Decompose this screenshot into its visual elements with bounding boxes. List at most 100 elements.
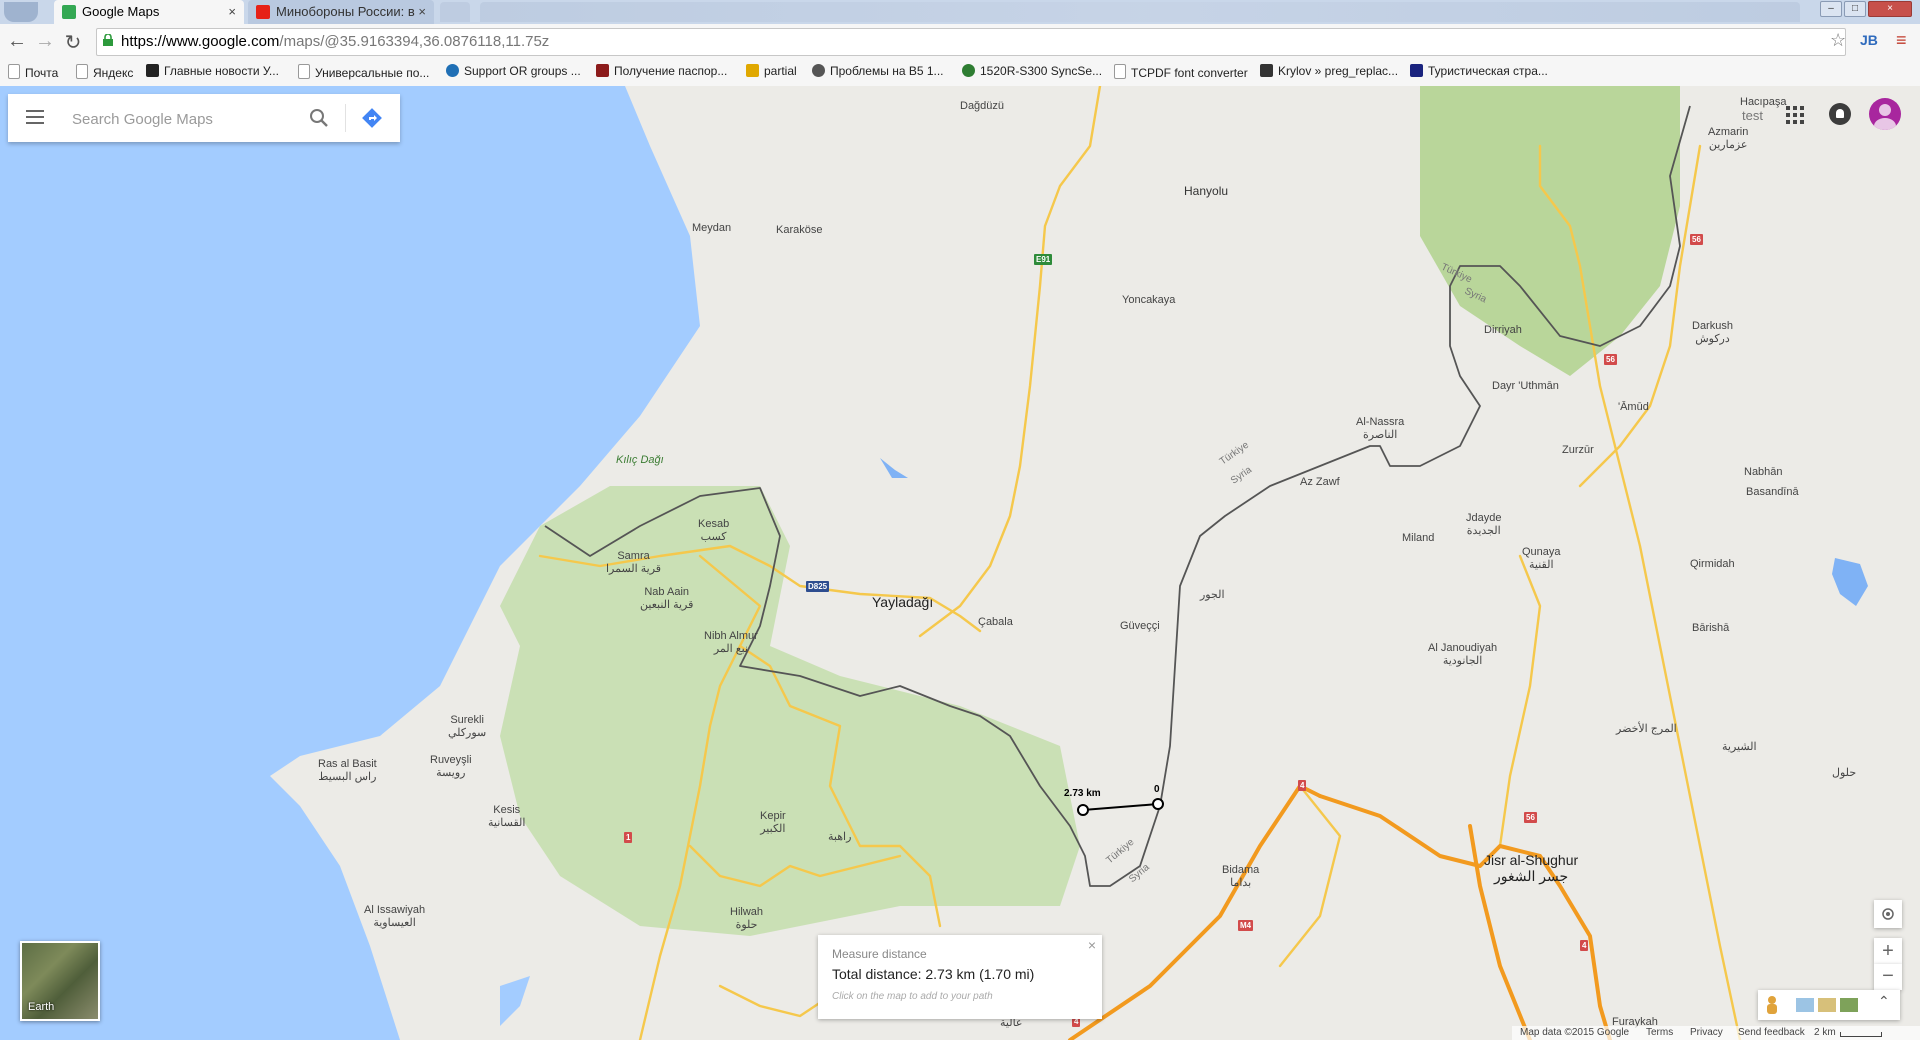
expand-icon[interactable]: ⌃ [1878,993,1890,1010]
road-badge: M4 [1238,920,1254,931]
red-icon [596,64,609,77]
map-data-credit: Map data ©2015 Google [1520,1027,1630,1038]
place-label: Kılıç Dağı [616,454,664,466]
place-label: راهبة [828,831,852,843]
place-label: الجور [1200,589,1225,601]
bookmark-item[interactable]: Проблемы на B5 1... [812,64,944,78]
youtube-icon [256,5,270,19]
browser-toolbar: ← → ↻ https://www.google.com/maps/@35.91… [0,24,1920,61]
place-label: Yoncakaya [1122,294,1176,306]
send-feedback-link[interactable]: Send feedback [1738,1027,1805,1038]
bookmark-item[interactable]: TCPDF font converter [1114,64,1248,80]
back-icon[interactable]: ← [6,30,28,53]
road-badge: 1 [624,832,633,843]
my-location-button[interactable] [1874,900,1902,928]
tab-title: Минобороны России: в [276,4,415,19]
terms-link[interactable]: Terms [1646,1027,1673,1038]
place-label: Çabala [978,616,1013,628]
place-label: Kesis القسانية [488,804,526,829]
close-icon[interactable]: × [1088,937,1096,953]
url-host: https://www.google.com [121,33,280,50]
privacy-link[interactable]: Privacy [1690,1027,1723,1038]
measure-point-label: 0 [1154,784,1160,795]
place-label: المرج الأخضر [1616,723,1677,735]
close-tab-icon[interactable]: × [418,0,426,24]
site-icon [1410,64,1423,77]
notifications-bell-icon[interactable] [1829,103,1851,125]
place-label: Nibh Almur نبع المر [704,630,758,655]
search-input[interactable] [70,106,304,132]
measure-total: Total distance: 2.73 km (1.70 mi) [832,966,1035,982]
tab-google-maps[interactable]: Google Maps × [54,0,244,24]
extension-jb-icon[interactable]: JB [1860,32,1878,48]
place-label: Qunaya القنية [1522,546,1561,571]
earth-view-button[interactable]: Earth [20,941,100,1021]
apps-grid-icon[interactable] [1786,106,1804,124]
hamburger-menu-icon[interactable] [26,110,44,124]
zoom-out-button[interactable]: − [1874,964,1902,990]
place-label: Nab Aain قرية النبعين [640,586,694,611]
address-bar[interactable]: https://www.google.com/maps/@35.9163394,… [96,28,1846,56]
bookmark-item[interactable]: 1520R-S300 SyncSe... [962,64,1102,78]
k-icon [1260,64,1273,77]
map-canvas[interactable]: Dağdüzü Hanyolu Meydan Karaköse Yoncakay… [0,86,1920,1040]
maximize-button[interactable]: □ [1844,1,1866,17]
road-badge: D825 [806,581,830,592]
minimize-button[interactable]: – [1820,1,1842,17]
pegman-icon[interactable] [1768,996,1776,1004]
imagery-thumbnail[interactable] [1840,998,1858,1012]
place-label: Ras al Basit راس البسيط [318,758,377,783]
measure-title: Measure distance [832,947,927,961]
imagery-thumbnail[interactable] [1796,998,1814,1012]
maps-icon [62,5,76,19]
place-label: Basandīnā [1746,486,1799,498]
bookmark-item[interactable]: Krylov » preg_replac... [1260,64,1398,78]
road-badge: 56 [1690,234,1703,245]
place-label: Bārishā [1692,622,1730,634]
search-icon[interactable] [308,107,330,129]
bookmark-item[interactable]: Получение паспор... [596,64,727,78]
new-tab-button[interactable] [440,2,470,22]
bookmarks-bar: Почта Яндекс Главные новости У... Универ… [0,60,1920,87]
zoom-in-button[interactable]: + [1874,938,1902,964]
bookmark-item[interactable]: Универсальные по... [298,64,429,80]
place-label: Samra قرية السمرا [606,550,662,575]
bookmark-item[interactable]: Яндекс [76,64,133,80]
place-label: Hilwah حلوة [730,906,764,931]
browser-menu-icon[interactable] [4,2,38,22]
forward-icon[interactable]: → [34,30,56,53]
bookmark-star-icon[interactable]: ☆ [1830,30,1846,51]
bookmark-item[interactable]: Главные новости У... [146,64,279,78]
place-label: Kepir الكبير [760,810,786,835]
scale-bar [1840,1032,1882,1037]
road-badge: 56 [1524,812,1537,823]
avatar[interactable] [1869,98,1901,130]
chrome-menu-icon[interactable]: ≡ [1896,30,1907,51]
shield-icon [746,64,759,77]
close-tab-icon[interactable]: × [228,0,236,24]
place-label: Ruveyşli رويسة [430,754,472,779]
place-label: Hanyolu [1184,184,1229,198]
reload-icon[interactable]: ↻ [62,30,84,55]
bookmark-item[interactable]: Support OR groups ... [446,64,581,78]
place-label: 'Āmūd [1618,401,1649,413]
directions-icon[interactable] [360,106,384,130]
road-badge: E91 [1034,254,1053,265]
measure-distance-card: Measure distance Total distance: 2.73 km… [818,935,1102,1019]
place-label: Yayladağı [872,594,934,610]
account-label: test [1742,108,1763,123]
imagery-thumbnail[interactable] [1818,998,1836,1012]
location-icon [1882,908,1894,920]
bookmark-item[interactable]: partial [746,64,797,78]
place-label: Azmarin عزمارين [1708,126,1749,151]
place-label: Jdayde الجديدة [1466,512,1502,537]
place-label: Miland [1402,532,1435,544]
close-window-button[interactable]: × [1868,1,1912,17]
place-label: Bidama بداما [1222,864,1260,889]
road-badge: 56 [1604,354,1617,365]
bookmark-item[interactable]: Туристическая стра... [1410,64,1548,78]
url-path: /maps/@35.9163394,36.0876118,11.75z [279,33,550,50]
place-label: الشيرية [1722,741,1757,753]
bookmark-item[interactable]: Почта [8,64,58,80]
tab-youtube[interactable]: Минобороны России: в × [248,0,434,24]
